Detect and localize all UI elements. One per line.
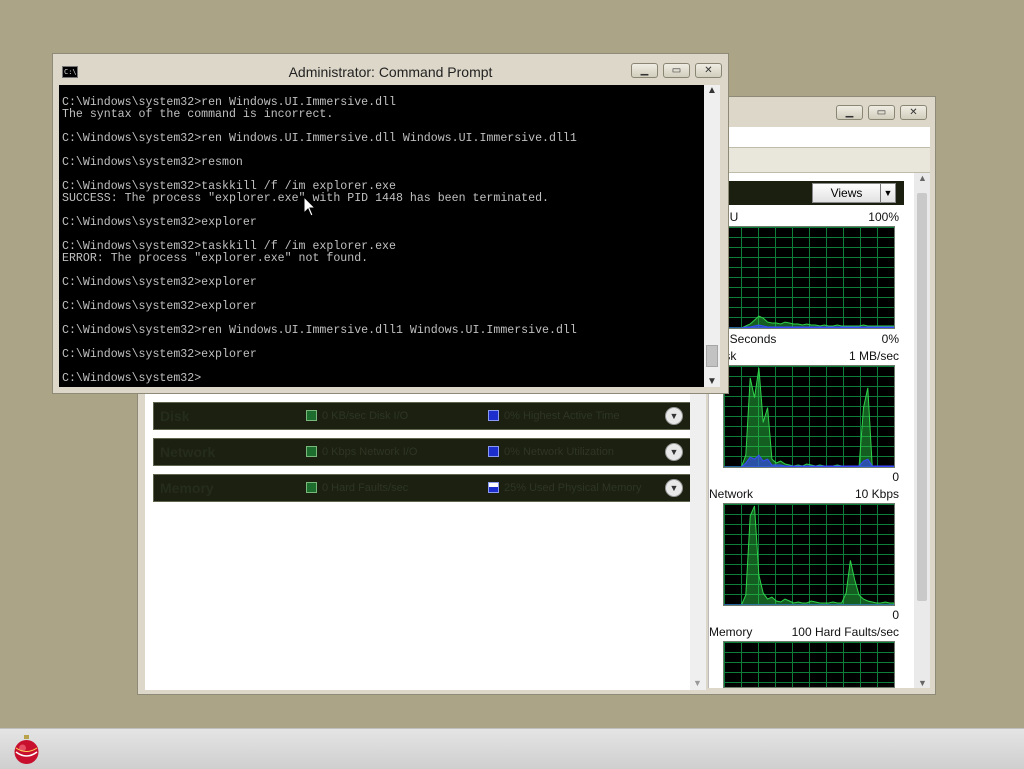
graph-title: Network: [709, 487, 754, 501]
close-icon: ✕: [704, 64, 713, 76]
maximize-icon: ▭: [671, 64, 682, 76]
scroll-down-icon[interactable]: ▼: [918, 678, 927, 688]
minimize-icon: ▁: [640, 64, 649, 76]
section-stat: 0 KB/sec Disk I/O: [322, 410, 409, 422]
chevron-down-icon[interactable]: ▼: [665, 407, 683, 425]
graph-footer-right: 0: [892, 470, 899, 484]
maximize-icon: ▭: [876, 106, 887, 118]
console-scrollbar[interactable]: ▲ ▼: [704, 85, 720, 387]
scroll-down-icon[interactable]: ▼: [693, 678, 702, 688]
resmon-overview-pane: Disk 0 KB/sec Disk I/O 0% Highest Active…: [145, 387, 693, 690]
resmon-menu-strip: [728, 127, 930, 147]
graph-max: 100%: [868, 210, 899, 224]
graph-plot: [724, 315, 894, 328]
network-section-header[interactable]: Network 0 Kbps Network I/O 0% Network Ut…: [153, 438, 693, 466]
graph-title: Memory: [709, 625, 753, 639]
green-series-line: [724, 315, 894, 328]
network-graph: [723, 503, 895, 606]
chevron-down-icon[interactable]: ▼: [665, 443, 683, 461]
minimize-icon: ▁: [845, 106, 854, 118]
graphs-pane: ▶ Views ▼ CPU 100% 60 Seconds 0% Disk 1 …: [708, 173, 917, 688]
close-icon: ✕: [909, 106, 918, 118]
green-legend-swatch: [306, 410, 317, 421]
resmon-minimize-button[interactable]: ▁: [836, 105, 863, 120]
section-title: Network: [160, 444, 216, 460]
graph-plot: [724, 367, 894, 467]
scroll-up-icon[interactable]: ▲: [918, 173, 927, 183]
section-stat: 0% Highest Active Time: [504, 410, 620, 422]
overview-scrollbar[interactable]: ▼: [690, 387, 706, 690]
section-stat: 0 Hard Faults/sec: [322, 482, 409, 494]
graph-plot: [724, 642, 894, 687]
scrollbar-thumb[interactable]: [917, 193, 927, 601]
console-output[interactable]: C:\Windows\system32>ren Windows.UI.Immer…: [59, 85, 704, 387]
memory-graph: [723, 641, 895, 688]
blue-legend-swatch: [488, 446, 499, 457]
ornament-start-orb-icon[interactable]: [10, 733, 43, 766]
cpu-graph: [723, 226, 895, 329]
resmon-caption-buttons: ▁ ▭ ✕: [836, 105, 927, 120]
green-series-line: [724, 505, 894, 605]
section-stat: 0% Network Utilization: [504, 446, 615, 458]
cmd-maximize-button[interactable]: ▭: [663, 63, 690, 78]
graph-max: 100 Hard Faults/sec: [791, 625, 899, 639]
views-button[interactable]: Views ▼: [812, 183, 896, 203]
graph-footer-right: 0%: [881, 332, 899, 346]
cmd-close-button[interactable]: ✕: [695, 63, 722, 78]
green-legend-swatch: [306, 446, 317, 457]
console-text: C:\Windows\system32>ren Windows.UI.Immer…: [62, 96, 577, 385]
cmd-titlebar[interactable]: C:\ Administrator: Command Prompt ▁ ▭ ✕: [53, 54, 728, 86]
green-legend-swatch: [306, 482, 317, 493]
section-stat: 25% Used Physical Memory: [504, 482, 642, 494]
graph-footer-right: 0: [892, 608, 899, 622]
green-series-line: [724, 367, 894, 467]
scroll-up-icon[interactable]: ▲: [707, 85, 717, 96]
memory-section-header[interactable]: Memory 0 Hard Faults/sec 25% Used Physic…: [153, 474, 693, 502]
graph-plot: [724, 505, 894, 605]
cmd-minimize-button[interactable]: ▁: [631, 63, 658, 78]
window-title: Administrator: Command Prompt: [288, 64, 493, 80]
graph-max: 1 MB/sec: [848, 349, 899, 363]
graphs-scrollbar[interactable]: ▲ ▼: [914, 173, 930, 688]
disk-graph: [723, 365, 895, 468]
section-stat: 0 Kbps Network I/O: [322, 446, 418, 458]
dropdown-arrow-icon[interactable]: ▼: [880, 184, 895, 202]
command-prompt-window[interactable]: C:\ Administrator: Command Prompt ▁ ▭ ✕ …: [52, 53, 729, 394]
blue-legend-swatch: [488, 482, 499, 493]
taskbar: [0, 728, 1024, 769]
section-title: Memory: [160, 480, 214, 496]
disk-section-header[interactable]: Disk 0 KB/sec Disk I/O 0% Highest Active…: [153, 402, 693, 430]
blue-legend-swatch: [488, 410, 499, 421]
graph-max: 10 Kbps: [854, 487, 899, 501]
section-title: Disk: [160, 408, 190, 424]
chevron-down-icon[interactable]: ▼: [665, 479, 683, 497]
scrollbar-thumb[interactable]: [706, 345, 718, 367]
resmon-close-button[interactable]: ✕: [900, 105, 927, 120]
mouse-pointer-icon: [303, 196, 317, 217]
views-label: Views: [830, 186, 863, 200]
resmon-tab-strip: [728, 147, 930, 173]
cmd-caption-buttons: ▁ ▭ ✕: [631, 63, 722, 78]
resmon-maximize-button[interactable]: ▭: [868, 105, 895, 120]
graphs-toolbar: ▶ Views ▼: [709, 181, 904, 205]
scroll-down-icon[interactable]: ▼: [707, 376, 717, 387]
